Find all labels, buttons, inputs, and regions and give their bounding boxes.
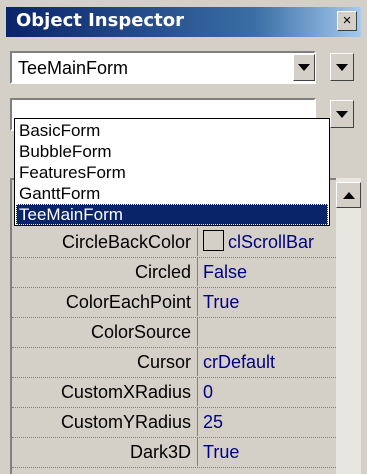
property-row[interactable]: CircleBackColor clScrollBar xyxy=(12,228,336,258)
property-row[interactable]: Circled False xyxy=(12,258,336,288)
component-selector-dropdown-button[interactable] xyxy=(330,100,354,128)
dropdown-item-featuresform[interactable]: FeaturesForm xyxy=(16,162,328,183)
property-row[interactable]: ColorEachPoint True xyxy=(12,288,336,318)
property-name: CustomYRadius xyxy=(12,408,198,436)
property-value[interactable]: 25 xyxy=(200,408,336,436)
property-value[interactable]: True xyxy=(200,438,336,466)
form-dropdown-list: BasicForm BubbleForm FeaturesForm GanttF… xyxy=(14,118,330,226)
property-row[interactable]: ColorSource xyxy=(12,318,336,348)
property-value[interactable]: 0 xyxy=(200,378,336,406)
property-name: ColorSource xyxy=(12,318,198,346)
dropdown-item-teemainform[interactable]: TeeMainForm xyxy=(16,204,328,225)
property-row[interactable]: CustomXRadius 0 xyxy=(12,378,336,408)
dropdown-item-basicform[interactable]: BasicForm xyxy=(16,120,328,141)
property-row[interactable]: CustomYRadius 25 xyxy=(12,408,336,438)
property-name: CustomXRadius xyxy=(12,378,198,406)
property-name: ColorEachPoint xyxy=(12,288,198,316)
form-selector-value: TeeMainForm xyxy=(18,58,129,78)
property-name: Cursor xyxy=(12,348,198,376)
chevron-down-icon xyxy=(336,110,348,118)
property-row[interactable]: Dark3D True xyxy=(12,438,336,468)
property-name: Circled xyxy=(12,258,198,286)
close-icon: × xyxy=(342,12,352,29)
property-row[interactable]: Cursor crDefault xyxy=(12,348,336,378)
property-value[interactable]: clScrollBar xyxy=(200,228,336,256)
color-swatch xyxy=(203,230,224,251)
close-button[interactable]: × xyxy=(337,11,357,31)
window-title: Object Inspector xyxy=(16,10,184,31)
chevron-down-icon xyxy=(336,63,348,71)
property-value-text: clScrollBar xyxy=(228,232,315,252)
scroll-up-button[interactable] xyxy=(336,182,361,208)
side-dropdown-button[interactable] xyxy=(330,53,354,81)
dropdown-item-ganttform[interactable]: GanttForm xyxy=(16,183,328,204)
chevron-up-icon xyxy=(342,191,355,199)
chevron-down-icon xyxy=(298,64,310,71)
property-name: Dark3D xyxy=(12,438,198,466)
title-bar: Object Inspector × xyxy=(6,7,361,37)
dropdown-item-bubbleform[interactable]: BubbleForm xyxy=(16,141,328,162)
property-value[interactable]: False xyxy=(200,258,336,286)
property-name: CircleBackColor xyxy=(12,228,198,256)
form-selector-dropdown-button[interactable] xyxy=(293,54,315,81)
property-value[interactable] xyxy=(200,318,336,346)
vertical-scrollbar[interactable] xyxy=(336,178,361,474)
form-selector-combo[interactable]: TeeMainForm xyxy=(10,51,316,84)
property-value[interactable]: crDefault xyxy=(200,348,336,376)
property-value[interactable]: True xyxy=(200,288,336,316)
